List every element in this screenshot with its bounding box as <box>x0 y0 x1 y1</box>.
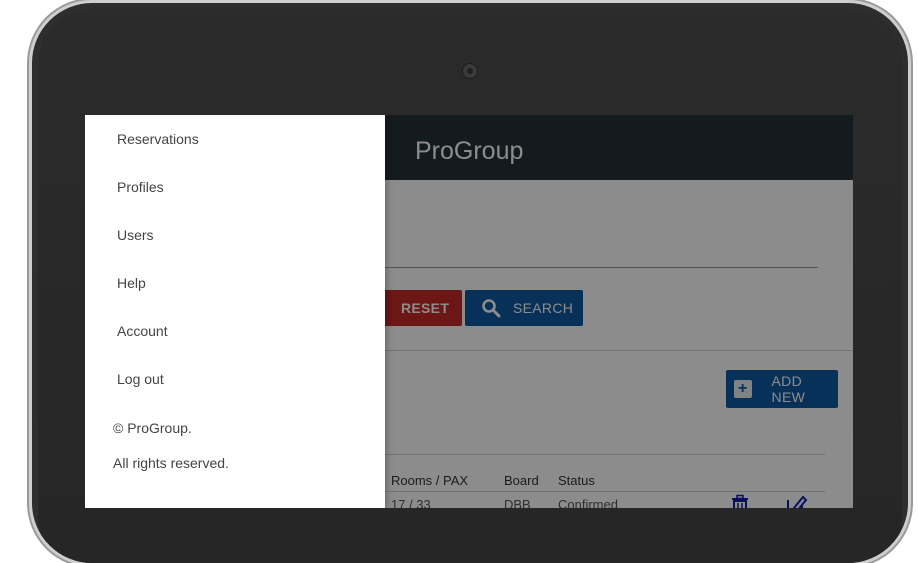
navigation-drawer: Reservations Profiles Users Help Account… <box>85 115 385 508</box>
nav-item-account[interactable]: Account <box>117 323 168 339</box>
nav-item-help[interactable]: Help <box>117 275 146 291</box>
nav-item-users[interactable]: Users <box>117 227 154 243</box>
drawer-copyright: © ProGroup. <box>113 420 192 436</box>
nav-item-reservations[interactable]: Reservations <box>117 131 199 147</box>
nav-item-logout[interactable]: Log out <box>117 371 164 387</box>
nav-item-profiles[interactable]: Profiles <box>117 179 164 195</box>
app-screen: ProGroup RESET SEARCH + ADD NEW Rooms / … <box>85 115 853 508</box>
camera-icon <box>462 63 478 79</box>
drawer-rights: All rights reserved. <box>113 455 229 471</box>
